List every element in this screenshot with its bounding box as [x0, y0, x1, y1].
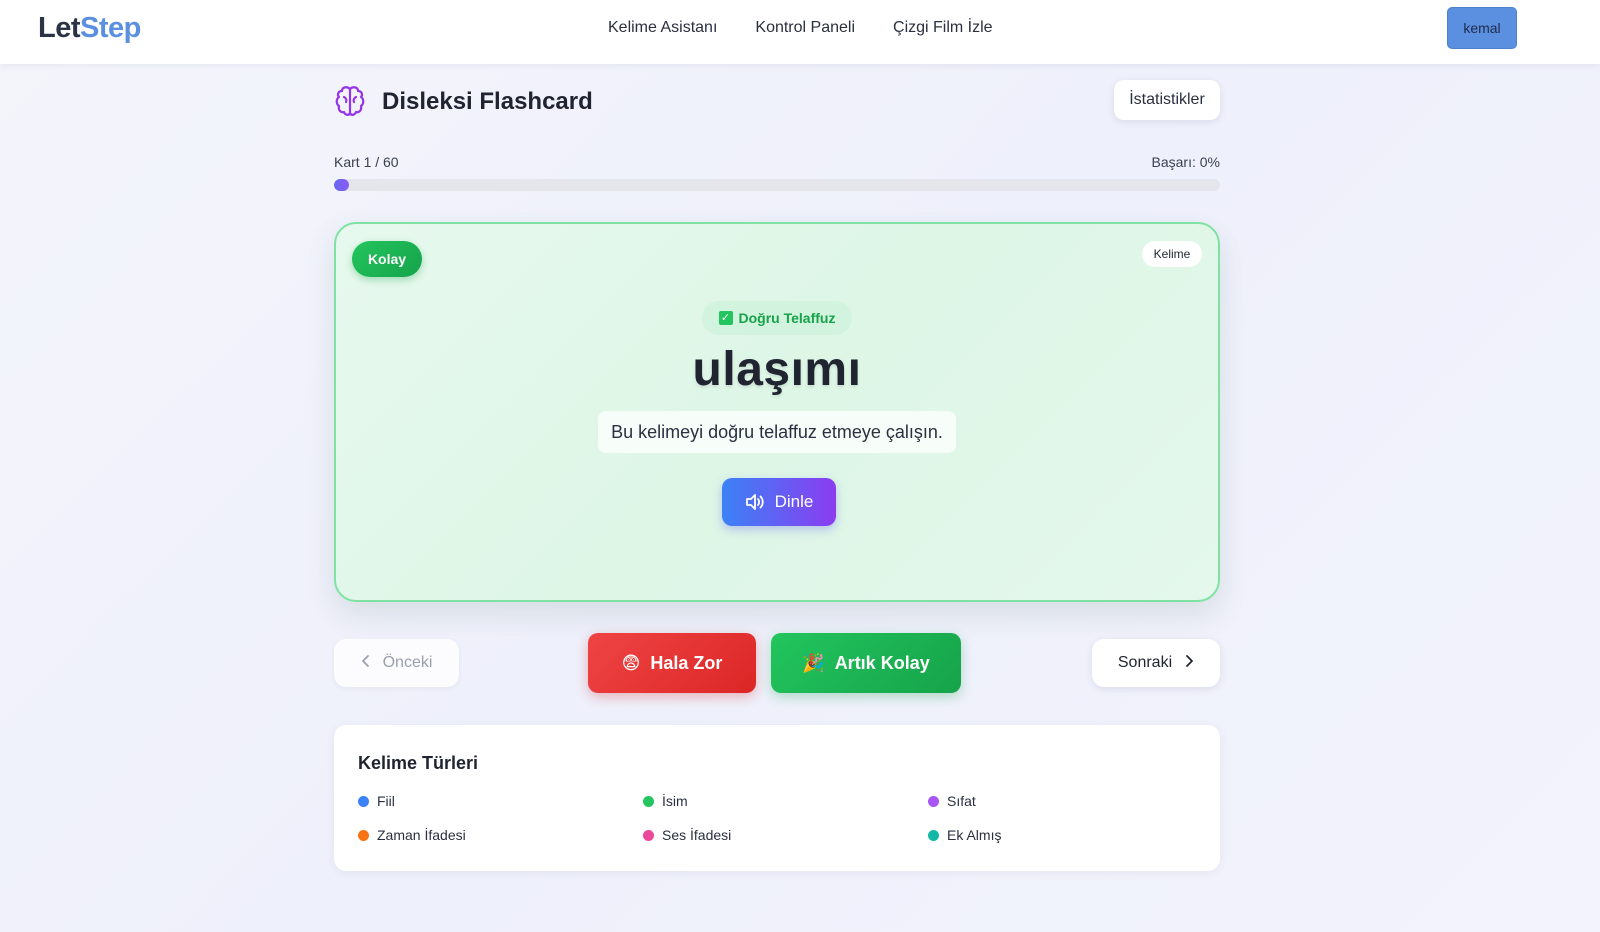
- legend-item-fiil: Fiil: [358, 793, 643, 809]
- listen-button[interactable]: Dinle: [722, 478, 836, 526]
- now-easy-button[interactable]: 🎉 Artık Kolay: [771, 633, 961, 693]
- still-hard-button[interactable]: 😨 Hala Zor: [588, 633, 756, 693]
- previous-button[interactable]: Önceki: [334, 639, 459, 687]
- next-button[interactable]: Sonraki: [1092, 639, 1220, 687]
- still-hard-label: Hala Zor: [650, 652, 723, 673]
- legend-dot: [358, 829, 369, 841]
- instruction-text: Bu kelimeyi doğru telaffuz etmeye çalışı…: [598, 411, 956, 453]
- word-types-legend: Kelime Türleri Fiil İsim Sıfat Zaman İfa…: [334, 725, 1220, 871]
- page-title: Disleksi Flashcard: [382, 88, 593, 115]
- legend-item-isim: İsim: [643, 793, 928, 809]
- progress-labels: Kart 1 / 60 Başarı: 0%: [334, 154, 1220, 170]
- legend-grid: Fiil İsim Sıfat Zaman İfadesi Ses İfades…: [358, 793, 1204, 843]
- legend-item-label: Ek Almış: [947, 827, 1002, 843]
- legend-dot: [358, 795, 369, 807]
- progress-bar-fill: [334, 179, 349, 191]
- flashcard[interactable]: Kolay Kelime ✓ Doğru Telaffuz ulaşımı Bu…: [334, 222, 1220, 602]
- brain-icon: [335, 86, 365, 116]
- top-navbar: LetStep Kelime Asistanı Kontrol Paneli Ç…: [0, 0, 1600, 64]
- chevron-left-icon: [361, 654, 371, 673]
- legend-dot: [643, 829, 654, 841]
- party-popper-icon: 🎉: [802, 652, 825, 673]
- legend-item-label: İsim: [662, 793, 688, 809]
- page-header: Disleksi Flashcard İstatistikler: [334, 80, 1220, 122]
- legend-title: Kelime Türleri: [358, 753, 479, 773]
- nav-link-cizgi-film[interactable]: Çizgi Film İzle: [893, 19, 993, 37]
- difficulty-badge: Kolay: [352, 241, 422, 277]
- legend-item-label: Sıfat: [947, 793, 976, 809]
- nav-link-kontrol-paneli[interactable]: Kontrol Paneli: [755, 19, 855, 37]
- nav-links: Kelime Asistanı Kontrol Paneli Çizgi Fil…: [608, 19, 993, 37]
- scared-face-icon: 😨: [621, 652, 641, 673]
- app-logo[interactable]: LetStep: [38, 12, 141, 45]
- legend-item-label: Fiil: [377, 793, 395, 809]
- speaker-icon: [745, 494, 764, 510]
- word-type-badge: Kelime: [1142, 241, 1202, 267]
- previous-button-label: Önceki: [382, 654, 433, 671]
- legend-dot: [928, 829, 939, 841]
- next-button-label: Sonraki: [1117, 654, 1173, 671]
- pronunciation-chip: ✓ Doğru Telaffuz: [702, 301, 852, 335]
- logo-part-let: Let: [38, 12, 81, 44]
- listen-button-label: Dinle: [774, 492, 814, 511]
- legend-item-label: Zaman İfadesi: [377, 827, 466, 843]
- card-counter: Kart 1 / 60: [334, 154, 399, 170]
- legend-item-ses-ifadesi: Ses İfadesi: [643, 827, 928, 843]
- statistics-button[interactable]: İstatistikler: [1114, 80, 1220, 120]
- legend-item-label: Ses İfadesi: [662, 827, 732, 843]
- check-icon: ✓: [718, 311, 733, 325]
- legend-dot: [643, 795, 654, 807]
- legend-dot: [928, 795, 939, 807]
- now-easy-label: Artık Kolay: [834, 652, 930, 673]
- progress-bar: [334, 179, 1220, 191]
- user-menu-button[interactable]: kemal: [1447, 7, 1517, 49]
- legend-item-zaman-ifadesi: Zaman İfadesi: [358, 827, 643, 843]
- flashcard-word: ulaşımı: [692, 343, 862, 396]
- chevron-right-icon: [1184, 654, 1194, 673]
- legend-item-ek-almis: Ek Almış: [928, 827, 1204, 843]
- success-rate: Başarı: 0%: [1151, 154, 1220, 170]
- legend-item-sifat: Sıfat: [928, 793, 1204, 809]
- logo-part-step: Step: [80, 12, 141, 44]
- pronunciation-chip-label: Doğru Telaffuz: [738, 310, 836, 326]
- nav-link-kelime-asistani[interactable]: Kelime Asistanı: [608, 19, 717, 37]
